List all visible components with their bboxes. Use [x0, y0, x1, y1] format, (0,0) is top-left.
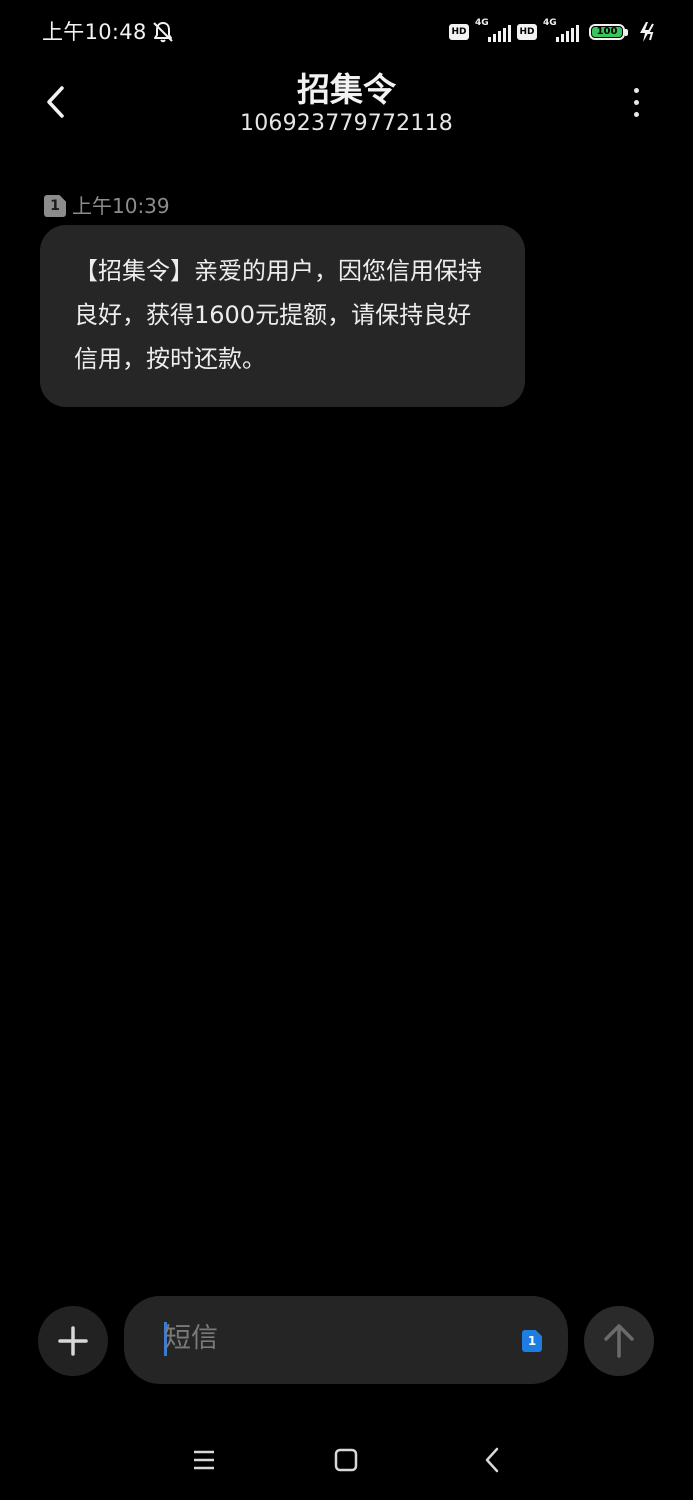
send-button[interactable]	[584, 1306, 654, 1376]
status-indicators: HD 4G HD 4G 100	[449, 18, 657, 46]
signal-bars-icon	[556, 25, 579, 42]
arrow-up-icon	[604, 1324, 634, 1358]
conversation-header: 招集令 106923779772118	[0, 62, 693, 152]
message-meta: 1 上午10:39	[44, 194, 170, 218]
plus-icon	[58, 1326, 88, 1356]
sms-input-field[interactable]: 短信 1	[124, 1296, 568, 1384]
contact-number: 106923779772118	[240, 111, 453, 136]
bell-off-icon	[153, 22, 173, 43]
attach-button[interactable]	[38, 1306, 108, 1376]
lightning-icon	[640, 22, 654, 42]
hd-badge-sim2: HD	[517, 24, 537, 40]
hd-badge-sim1: HD	[449, 24, 469, 40]
signal-sim1: 4G	[475, 18, 511, 44]
battery-icon: 100	[589, 23, 629, 41]
home-button[interactable]	[326, 1440, 366, 1480]
status-bar: 上午10:48 HD 4G HD 4G 100	[0, 0, 693, 62]
sim-select-button[interactable]: 1	[522, 1330, 542, 1352]
back-triangle-icon	[485, 1447, 499, 1473]
sim-card-icon: 1	[44, 195, 66, 217]
nav-back-button[interactable]	[472, 1440, 512, 1480]
menu-icon	[194, 1450, 214, 1470]
menu-button[interactable]	[184, 1440, 224, 1480]
message-bubble[interactable]: 【招集令】亲爱的用户，因您信用保持良好，获得1600元提额，请保持良好信用，按时…	[40, 225, 525, 407]
input-placeholder: 短信	[164, 1323, 218, 1354]
signal-bars-icon	[488, 25, 511, 42]
message-text: 【招集令】亲爱的用户，因您信用保持良好，获得1600元提额，请保持良好信用，按时…	[74, 257, 482, 373]
more-options-button[interactable]	[619, 82, 653, 122]
signal-sim2: 4G	[543, 18, 579, 44]
contact-name: 招集令	[297, 70, 396, 109]
battery-level: 100	[592, 27, 622, 37]
status-time: 上午10:48	[42, 20, 147, 44]
more-vertical-icon	[633, 87, 639, 93]
home-square-icon	[334, 1448, 358, 1472]
message-time: 上午10:39	[72, 194, 170, 218]
system-nav-bar	[0, 1420, 693, 1500]
